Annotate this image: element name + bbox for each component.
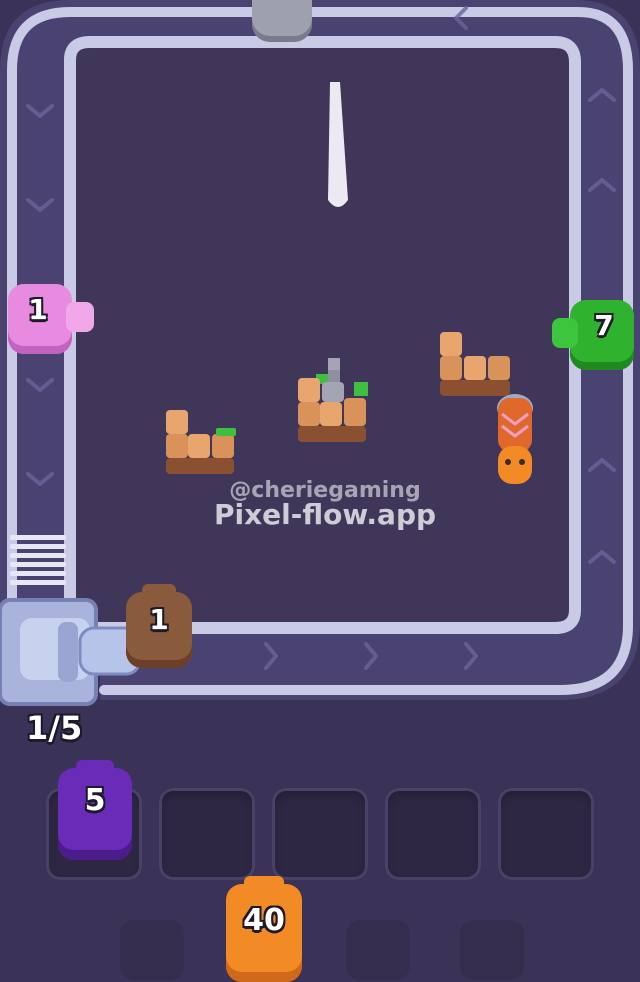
waiting-slot-3[interactable]: [272, 788, 368, 880]
gray-shooter[interactable]: [252, 0, 312, 42]
pink-shooter-snout: [66, 302, 94, 332]
queue-slot-1: [120, 920, 184, 980]
conveyor-capacity-counter: 1/5: [26, 709, 83, 747]
pixel-blocks-center: [298, 358, 368, 442]
waiting-slot-2[interactable]: [159, 788, 255, 880]
orange-shooter[interactable]: 40: [226, 876, 302, 982]
green-shooter[interactable]: 7: [552, 300, 634, 370]
brown-shooter-ammo: 1: [149, 603, 169, 636]
waiting-slot-4[interactable]: [385, 788, 481, 880]
brown-shooter[interactable]: 1: [126, 584, 192, 668]
pixel-blocks-right: [440, 332, 510, 396]
fox-pixel-figure: [497, 394, 533, 484]
green-shooter-ammo: 7: [594, 309, 614, 342]
queue-slot-3: [346, 920, 410, 980]
pixel-blocks-left: [166, 410, 236, 474]
brown-shooter-ears: [142, 584, 176, 598]
watermark-site: Pixel-flow.app: [213, 498, 437, 531]
orange-shooter-ammo: 40: [243, 903, 285, 938]
pink-shooter[interactable]: 1: [8, 284, 94, 354]
pink-shooter-ammo: 1: [28, 293, 48, 326]
purple-shooter[interactable]: 5: [58, 760, 132, 860]
queue-slot-4: [460, 920, 524, 980]
orange-shooter-ears: [244, 876, 284, 890]
waiting-slot-5[interactable]: [498, 788, 594, 880]
purple-shooter-ears: [76, 760, 114, 774]
purple-shooter-ammo: 5: [84, 783, 106, 818]
